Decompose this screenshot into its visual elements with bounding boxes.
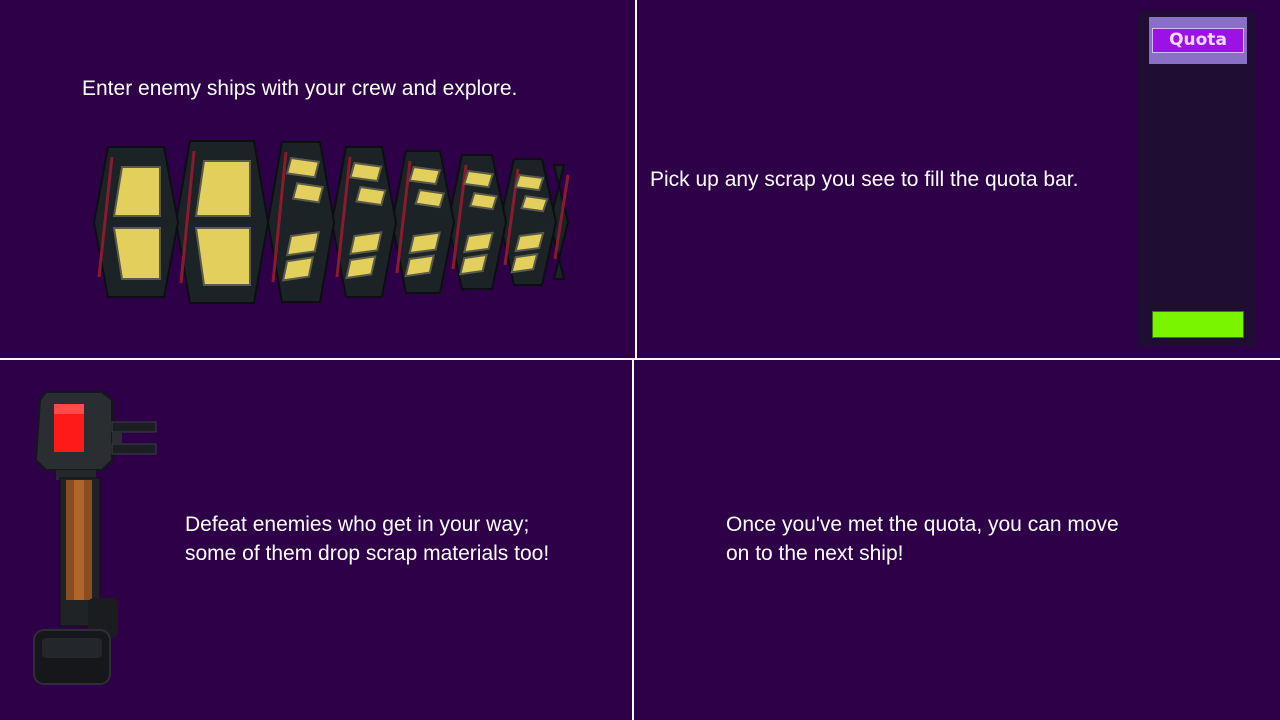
quota-panel: Quota [1138, 12, 1256, 346]
quota-label: Quota [1152, 28, 1244, 53]
defeat-caption-line-1: Defeat enemies who get in your way; [185, 513, 530, 536]
defeat-caption: Defeat enemies who get in your way; some… [185, 510, 549, 568]
divider-vertical-bottom [632, 360, 634, 720]
quota-met-caption-line-2: on to the next ship! [726, 542, 904, 565]
enemy-ship-icon [92, 140, 570, 304]
quota-header: Quota [1149, 17, 1247, 64]
quota-fill [1152, 311, 1244, 338]
quota-met-caption: Once you've met the quota, you can move … [726, 510, 1119, 568]
quota-track [1149, 72, 1247, 338]
enemy-robot-icon [33, 391, 157, 685]
divider-horizontal [0, 358, 1280, 360]
quota-met-caption-line-1: Once you've met the quota, you can move [726, 513, 1119, 536]
divider-vertical-top [635, 0, 637, 358]
explore-caption: Enter enemy ships with your crew and exp… [82, 77, 518, 100]
scrap-caption: Pick up any scrap you see to fill the qu… [650, 168, 1079, 191]
defeat-caption-line-2: some of them drop scrap materials too! [185, 542, 550, 565]
